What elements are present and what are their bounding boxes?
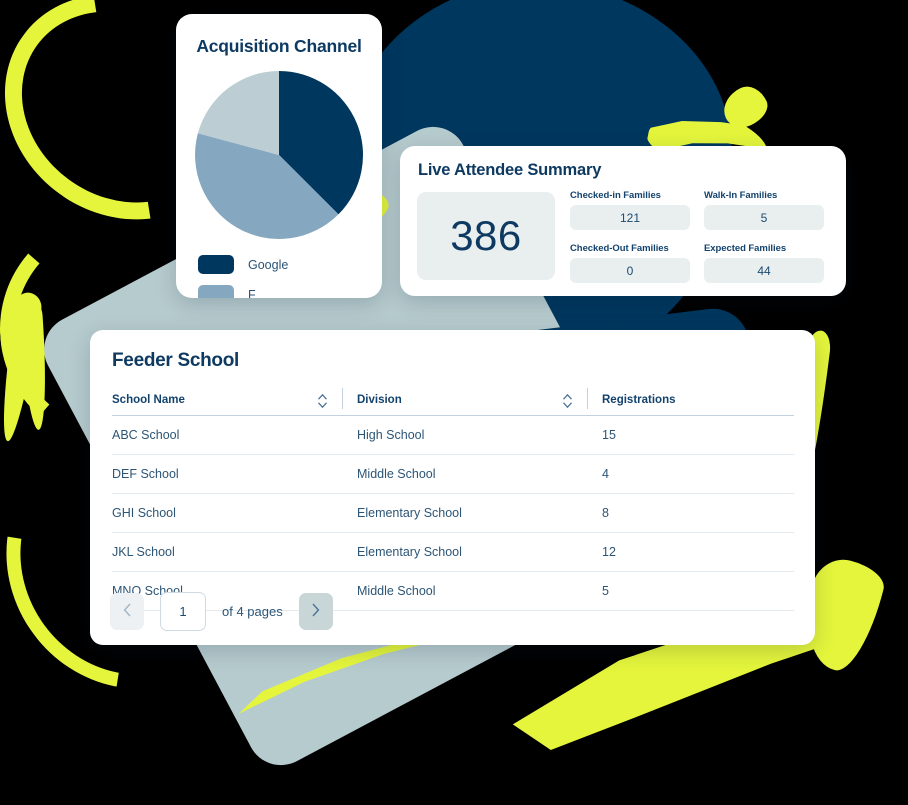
column-header-label: School Name [112,394,185,406]
pagination-controls: of 4 pages [110,592,333,631]
stat-value: 5 [704,205,824,230]
table-row[interactable]: JKL School Elementary School 12 [112,532,794,572]
stat-label: Walk-In Families [704,190,778,201]
cell-registrations: 15 [587,415,794,455]
legend-swatch-google [198,255,234,274]
next-page-button[interactable] [298,593,333,630]
stat-checked-out-families: Checked-Out Families 0 [570,243,690,283]
sort-chevron-icon[interactable] [562,393,573,409]
cell-division: Middle School [342,571,587,611]
cell-division: Middle School [342,454,587,494]
page-number-input[interactable] [160,592,206,631]
chevron-right-icon [311,603,320,620]
column-header-label: Division [357,394,402,406]
total-attendees-value: 386 [450,212,522,259]
feeder-school-table: School Name Division Registrations ABC S… [112,386,794,611]
column-header-division[interactable]: Division [342,386,587,416]
cell-school-name: DEF School [112,454,342,494]
stat-value: 0 [570,258,690,283]
legend-swatch-secondary [198,285,234,298]
live-attendee-summary-title: Live Attendee Summary [418,161,602,179]
cell-registrations: 4 [587,454,794,494]
feeder-school-title: Feeder School [112,350,240,371]
acquisition-channel-title: Acquisition Channel [196,36,362,56]
pie-chart-svg [195,71,364,239]
table-row[interactable]: GHI School Elementary School 8 [112,493,794,533]
acquisition-pie-chart [193,69,365,241]
stat-label: Checked-Out Families [570,243,669,254]
total-attendees-box: 386 [417,192,555,280]
legend-label-google: Google [248,257,289,272]
column-header-registrations[interactable]: Registrations [587,386,794,416]
stat-expected-families: Expected Families 44 [704,243,824,283]
illustration-stage: Acquisition Channel Google F Live Attend… [0,0,908,805]
table-row[interactable]: ABC School High School 15 [112,415,794,455]
cell-school-name: GHI School [112,493,342,533]
table-row[interactable]: DEF School Middle School 4 [112,454,794,494]
stat-walk-in-families: Walk-In Families 5 [704,190,824,230]
cell-school-name: JKL School [112,532,342,572]
stat-label: Expected Families [704,243,787,254]
cell-registrations: 8 [587,493,794,533]
cell-division: High School [342,415,587,455]
column-header-school-name[interactable]: School Name [112,386,342,416]
cell-division: Elementary School [342,532,587,572]
cell-registrations: 12 [587,532,794,572]
legend-label-secondary: F [248,287,256,299]
table-head: School Name Division Registrations [112,386,794,416]
table-body: ABC School High School 15 DEF School Mid… [112,415,794,611]
stat-value: 44 [704,258,824,283]
previous-page-button[interactable] [110,593,144,630]
table-header-row: School Name Division Registrations [112,386,794,416]
stat-value: 121 [570,205,690,230]
legend-item[interactable]: Google [198,255,382,274]
legend-item[interactable]: F [198,285,382,298]
stat-checked-in-families: Checked-in Families 121 [570,190,690,230]
chevron-left-icon [123,603,132,620]
stat-label: Checked-in Families [570,190,661,201]
column-header-label: Registrations [602,394,676,406]
acquisition-legend: Google F [198,255,382,298]
page-count-label: of 4 pages [222,604,283,619]
acquisition-channel-card: Acquisition Channel Google F [176,14,382,298]
cell-division: Elementary School [342,493,587,533]
cell-school-name: ABC School [112,415,342,455]
sort-chevron-icon[interactable] [317,393,328,409]
cell-registrations: 5 [587,571,794,611]
